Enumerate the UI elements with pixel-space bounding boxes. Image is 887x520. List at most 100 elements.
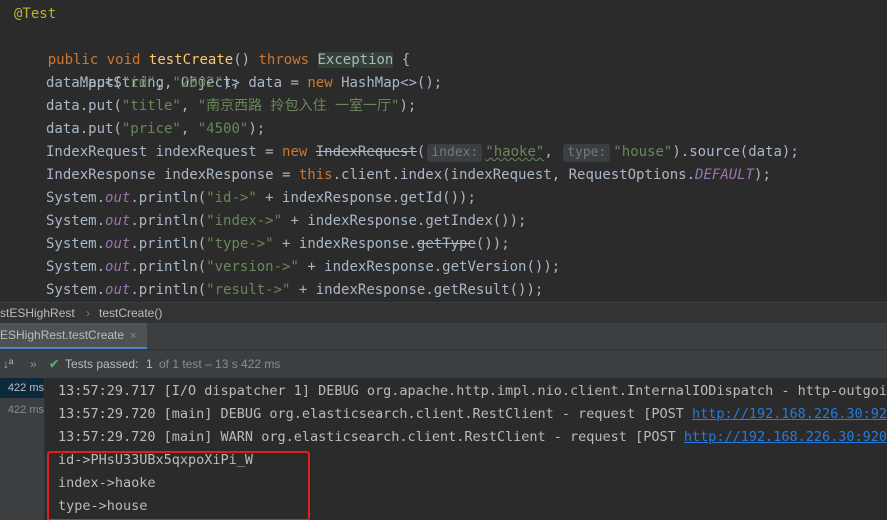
console-output-type: type->house bbox=[58, 498, 148, 514]
tree-item-test[interactable]: 422 ms bbox=[0, 400, 44, 420]
put-post: ); bbox=[248, 121, 266, 137]
print-post: + indexResponse.getIndex()); bbox=[282, 213, 527, 229]
map-eq: = bbox=[290, 75, 299, 91]
print-mid: .println( bbox=[130, 213, 207, 229]
breadcrumb-class[interactable]: stESHighRest bbox=[0, 303, 75, 323]
resp-default-field: DEFAULT bbox=[695, 167, 755, 183]
print-pre: System. bbox=[46, 259, 106, 275]
run-tab-label: ESHighRest.testCreate bbox=[0, 328, 125, 342]
print-pre: System. bbox=[46, 213, 106, 229]
check-icon: ✔ bbox=[49, 357, 60, 371]
code-editor[interactable]: @Test public void testCreate() throws Ex… bbox=[0, 0, 887, 302]
log-text: 13:57:29.720 [main] WARN org.elasticsear… bbox=[58, 429, 684, 445]
resp-post: ); bbox=[754, 167, 771, 183]
print-mid: .println( bbox=[130, 282, 207, 298]
method-signature: public void testCreate() throws Exceptio… bbox=[14, 26, 410, 68]
breadcrumb-method[interactable]: testCreate() bbox=[99, 303, 162, 323]
print-mid: .println( bbox=[130, 190, 207, 206]
req-index-string: "haoke" bbox=[485, 144, 545, 160]
more-chevron-icon[interactable]: » bbox=[30, 350, 37, 378]
req-comma: , bbox=[544, 144, 553, 160]
code-line-index-response: IndexResponse indexResponse = this.clien… bbox=[14, 164, 771, 187]
put-comma: , bbox=[155, 75, 173, 91]
print-pre: System. bbox=[46, 236, 106, 252]
put-pre: data.put( bbox=[46, 98, 122, 114]
code-line-print-type: System.out.println("type->" + indexRespo… bbox=[14, 233, 510, 256]
test-toolbar: ↓ª » ✔ Tests passed: 1 of 1 test – 13 s … bbox=[0, 350, 887, 378]
deprecated-gettype: getType bbox=[416, 236, 476, 252]
print-out: out bbox=[105, 236, 131, 252]
code-line-put-price: data.put("price", "4500"); bbox=[14, 118, 265, 141]
print-mid: .println( bbox=[130, 259, 207, 275]
print-out: out bbox=[105, 282, 131, 298]
kw-this: this bbox=[298, 167, 333, 183]
console-link[interactable]: http://192.168.226.30:9200 bbox=[692, 406, 887, 422]
console-output-index: index->haoke bbox=[58, 475, 156, 491]
put-value: "2002" bbox=[172, 75, 224, 91]
print-string: "version->" bbox=[206, 259, 299, 275]
map-class: HashMap<>(); bbox=[341, 75, 443, 91]
put-pre: data.put( bbox=[46, 121, 122, 137]
req-open: ( bbox=[416, 144, 426, 160]
kw-new: new bbox=[307, 75, 333, 91]
print-string: "id->" bbox=[206, 190, 257, 206]
put-value: "4500" bbox=[197, 121, 249, 137]
req-post: ).source(data); bbox=[672, 144, 799, 160]
code-line-print-index: System.out.println("index->" + indexResp… bbox=[14, 210, 526, 233]
console-log-line: 13:57:29.720 [main] DEBUG org.elasticsea… bbox=[58, 403, 887, 426]
req-decl: IndexRequest indexRequest = bbox=[46, 144, 283, 160]
code-line-index-request: IndexRequest indexRequest = new IndexReq… bbox=[14, 141, 799, 164]
kw-new: new bbox=[282, 144, 308, 160]
print-string: "type->" bbox=[206, 236, 274, 252]
run-tab-bar: ESHighRest.testCreate × bbox=[0, 322, 887, 350]
map-var: data bbox=[248, 75, 283, 91]
print-out: out bbox=[105, 190, 131, 206]
breadcrumb-separator-icon: › bbox=[86, 306, 90, 320]
param-hint-index: index: bbox=[427, 144, 483, 162]
put-comma: , bbox=[180, 98, 198, 114]
put-post: ); bbox=[399, 98, 417, 114]
annotation-test: @Test bbox=[14, 6, 57, 22]
print-post: + indexResponse. bbox=[273, 236, 417, 252]
code-line-map: Map<String, Object> data = new HashMap<>… bbox=[14, 49, 443, 91]
print-mid: .println( bbox=[130, 236, 207, 252]
put-comma: , bbox=[180, 121, 198, 137]
code-line-print-id: System.out.println("id->" + indexRespons… bbox=[14, 187, 476, 210]
put-key: "id" bbox=[121, 75, 156, 91]
code-line-print-version: System.out.println("version->" + indexRe… bbox=[14, 256, 560, 279]
run-tab[interactable]: ESHighRest.testCreate × bbox=[0, 323, 147, 349]
print-pre: System. bbox=[46, 282, 106, 298]
put-key: "price" bbox=[121, 121, 181, 137]
print-post2: ()); bbox=[475, 236, 510, 252]
put-key: "title" bbox=[121, 98, 181, 114]
deprecated-constructor: IndexRequest bbox=[315, 144, 417, 160]
print-string: "result->" bbox=[206, 282, 291, 298]
close-icon[interactable]: × bbox=[130, 330, 136, 342]
tests-passed-count: 1 bbox=[146, 357, 153, 371]
code-line-print-result: System.out.println("result->" + indexRes… bbox=[14, 279, 543, 302]
code-line-put-id: data.put("id", "2002"); bbox=[14, 72, 240, 95]
tests-summary: of 1 test – 13 s 422 ms bbox=[159, 357, 281, 371]
console-output-id: id->PHsU33UBx5qxpoXiPi_W bbox=[58, 452, 254, 468]
print-post: + indexResponse.getResult()); bbox=[290, 282, 544, 298]
put-pre: data.put( bbox=[46, 75, 122, 91]
resp-decl: IndexResponse indexResponse = bbox=[46, 167, 299, 183]
print-out: out bbox=[105, 259, 131, 275]
put-post: ); bbox=[223, 75, 240, 91]
log-text: 13:57:29.720 [main] DEBUG org.elasticsea… bbox=[58, 406, 692, 422]
console-link[interactable]: http://192.168.226.30:9200/ bbox=[684, 429, 887, 445]
console-log-line: 13:57:29.717 [I/O dispatcher 1] DEBUG or… bbox=[58, 383, 887, 399]
sort-icon[interactable]: ↓ª bbox=[3, 350, 13, 378]
test-tree: 422 ms 422 ms bbox=[0, 378, 44, 520]
print-post: + indexResponse.getVersion()); bbox=[298, 259, 561, 275]
tree-item-root[interactable]: 422 ms bbox=[0, 378, 44, 398]
print-pre: System. bbox=[46, 190, 106, 206]
print-post: + indexResponse.getId()); bbox=[256, 190, 476, 206]
breadcrumb: stESHighRest › testCreate() bbox=[0, 302, 887, 323]
print-out: out bbox=[105, 213, 131, 229]
tree-item-time: 422 ms bbox=[7, 382, 44, 394]
console-output[interactable]: 13:57:29.717 [I/O dispatcher 1] DEBUG or… bbox=[44, 378, 887, 520]
print-string: "index->" bbox=[206, 213, 283, 229]
resp-call: .client.index(indexRequest, RequestOptio… bbox=[332, 167, 696, 183]
req-type-string: "house" bbox=[613, 144, 673, 160]
